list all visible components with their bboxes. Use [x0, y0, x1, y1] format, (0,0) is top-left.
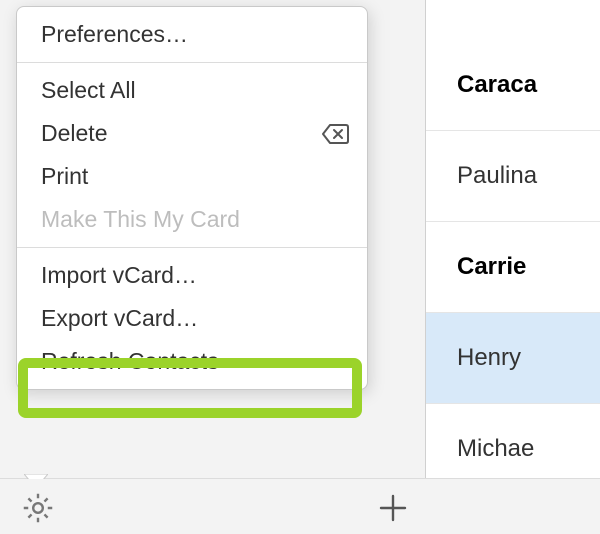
menu-item-export-vcard[interactable]: Export vCard…: [17, 297, 367, 340]
contact-name: Caraca: [457, 71, 537, 99]
gear-icon[interactable]: [20, 490, 56, 526]
contact-name: Michae: [457, 435, 534, 463]
menu-item-label: Print: [41, 163, 88, 190]
menu-item-preferences[interactable]: Preferences…: [17, 7, 367, 56]
contact-row[interactable]: Carrie: [425, 222, 600, 313]
menu-item-import-vcard[interactable]: Import vCard…: [17, 254, 367, 297]
menu-item-select-all[interactable]: Select All: [17, 69, 367, 112]
menu-item-label: Preferences…: [41, 21, 188, 48]
menu-item-label: Import vCard…: [41, 262, 197, 289]
plus-icon[interactable]: [375, 490, 411, 526]
context-menu: Preferences… Select All Delete Print Mak…: [16, 6, 368, 390]
menu-separator: [17, 62, 367, 63]
contact-name: Carrie: [457, 253, 526, 281]
contact-name: Paulina: [457, 162, 537, 190]
menu-item-label: Select All: [41, 77, 136, 104]
vertical-divider: [425, 0, 426, 534]
contact-row[interactable]: Paulina: [425, 131, 600, 222]
menu-item-label: Refresh Contacts: [41, 348, 219, 375]
contacts-list: Caraca Paulina Carrie Henry Michae: [425, 0, 600, 534]
bottom-bar: [0, 479, 600, 534]
menu-item-refresh-contacts[interactable]: Refresh Contacts: [17, 340, 367, 389]
contact-row[interactable]: Henry: [425, 313, 600, 404]
contact-row[interactable]: Caraca: [425, 40, 600, 131]
menu-separator: [17, 247, 367, 248]
menu-item-label: Delete: [41, 120, 107, 147]
menu-item-label: Make This My Card: [41, 206, 240, 233]
contact-name: Henry: [457, 344, 521, 372]
menu-item-delete[interactable]: Delete: [17, 112, 367, 155]
menu-item-print[interactable]: Print: [17, 155, 367, 198]
menu-item-make-my-card: Make This My Card: [17, 198, 367, 241]
backspace-delete-icon: [321, 123, 349, 145]
menu-item-label: Export vCard…: [41, 305, 198, 332]
